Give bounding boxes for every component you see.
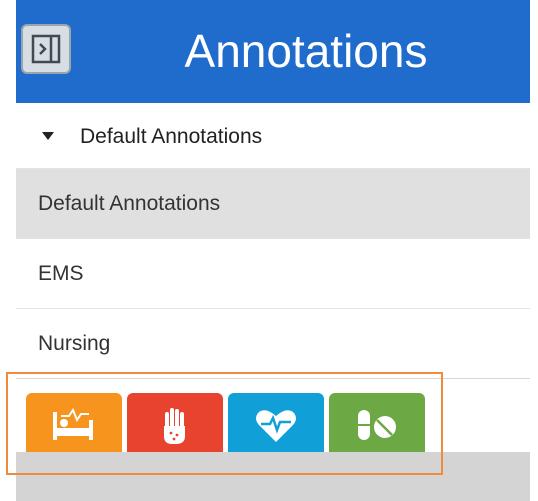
heart-rate-annotation-button[interactable]: [228, 393, 324, 459]
annotation-set-dropdown[interactable]: Default Annotations: [16, 103, 530, 169]
dropdown-label: Default Annotations: [80, 125, 263, 148]
hand-annotation-button[interactable]: [127, 393, 223, 459]
sidebar-toggle-button[interactable]: [21, 24, 71, 74]
annotations-panel: Annotations Default Annotations Default …: [16, 0, 530, 501]
bed-annotation-button[interactable]: [26, 393, 122, 459]
list-item-default-annotations[interactable]: Default Annotations: [16, 169, 530, 239]
pills-icon: [358, 410, 396, 440]
panel-title: Annotations: [184, 25, 428, 77]
hand-icon: [164, 408, 185, 444]
list-item-ems[interactable]: EMS: [16, 239, 530, 309]
heart-rate-icon: [256, 410, 296, 442]
caret-down-icon: [42, 132, 54, 140]
footer-bar: [16, 452, 530, 501]
panel-header: Annotations: [16, 0, 530, 103]
list-item-nursing[interactable]: Nursing: [16, 309, 530, 379]
annotation-toolbar: [16, 378, 530, 459]
pills-annotation-button[interactable]: [329, 393, 425, 459]
sidebar-toggle-icon: [31, 34, 61, 64]
bed-icon: [53, 407, 93, 440]
